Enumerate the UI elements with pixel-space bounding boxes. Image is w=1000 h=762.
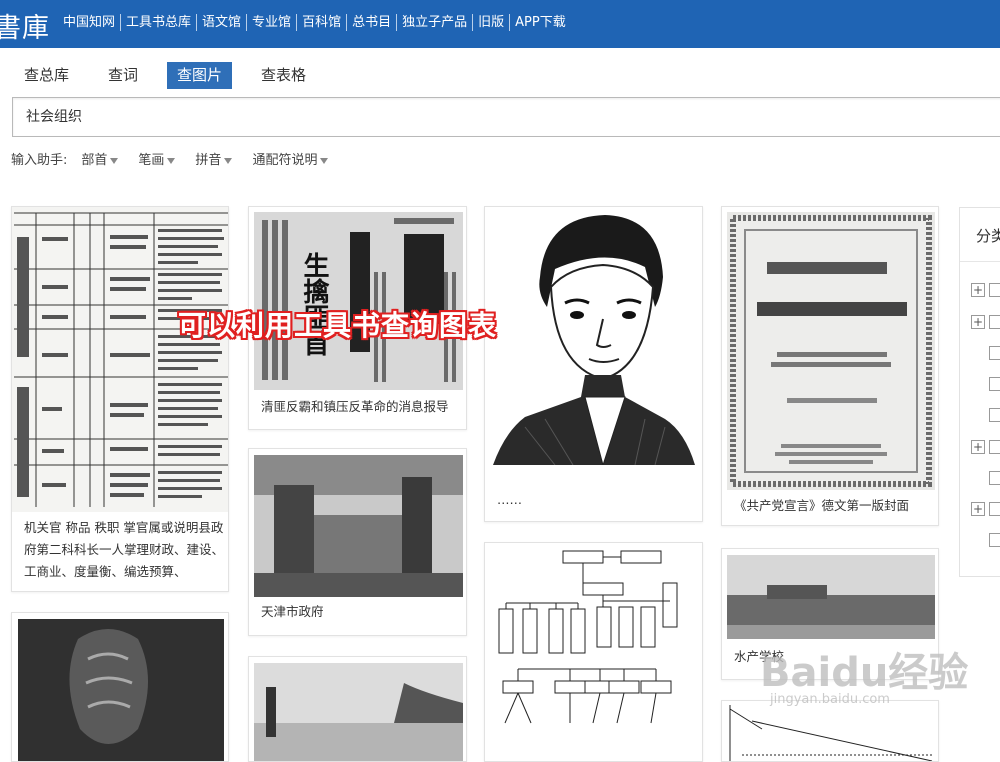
caption-newspaper: 清匪反霸和镇压反革命的消息报导: [261, 399, 449, 414]
category-title: 分类: [976, 227, 1000, 245]
watermark-logo: Baidu经验: [760, 650, 969, 696]
org-chart-graphic: [498, 550, 678, 724]
table-scan-image: [12, 207, 228, 512]
manifesto-graphic: [730, 215, 932, 487]
nav-encyclopedia[interactable]: 百科馆: [297, 14, 348, 31]
assistant-label: 输入助手:: [11, 153, 68, 168]
table-scan-graphic: [14, 212, 228, 507]
portrait-graphic: [493, 215, 695, 465]
landscape-image: [254, 663, 463, 761]
category-panel: 分类 + + + +: [959, 207, 1000, 577]
caption-manifesto: 《共产党宣言》德文第一版封面: [734, 498, 910, 513]
overlay-annotation: 可以利用工具书查询图表: [178, 309, 498, 342]
top-bar: 書庫 中国知网 工具书总库 语文馆 专业馆 百科馆 总书目 独立子产品 旧版 A…: [0, 0, 1000, 48]
expand-icon[interactable]: +: [971, 502, 985, 516]
nav-sub-products[interactable]: 独立子产品: [397, 14, 474, 31]
newspaper-graphic: 生擒匪首: [254, 212, 463, 390]
baidu-watermark: Baidu经验 jingyan.baidu.com: [760, 640, 969, 707]
site-logo[interactable]: 書庫: [0, 6, 50, 45]
org-chart-image: [485, 543, 702, 761]
radical-label: 部首: [81, 153, 108, 168]
category-checkbox[interactable]: [989, 346, 1000, 360]
top-nav: 中国知网 工具书总库 语文馆 专业馆 百科馆 总书目 独立子产品 旧版 APP下…: [58, 14, 571, 31]
chevron-down-icon: [224, 157, 233, 164]
tab-all[interactable]: 查总库: [14, 62, 79, 89]
assistant-strokes-dropdown[interactable]: 笔画: [138, 149, 176, 168]
nav-language[interactable]: 语文馆: [197, 14, 248, 31]
category-checkbox[interactable]: [989, 502, 1000, 516]
category-checkbox[interactable]: [989, 315, 1000, 329]
graph-graphic: [729, 705, 933, 761]
landscape-graphic: [254, 663, 463, 761]
graph-image: [722, 701, 938, 761]
nav-app-download[interactable]: APP下载: [510, 14, 571, 31]
category-checkbox[interactable]: [989, 377, 1000, 391]
image-card-artifact[interactable]: [11, 612, 229, 762]
category-checkbox[interactable]: [989, 471, 1000, 485]
category-divider: [960, 261, 1000, 262]
artifact-graphic: [18, 619, 224, 761]
category-checkbox[interactable]: [989, 283, 1000, 297]
assistant-pinyin-dropdown[interactable]: 拼音: [195, 149, 233, 168]
image-card-portrait[interactable]: ……: [484, 206, 703, 522]
expand-icon[interactable]: +: [971, 440, 985, 454]
strokes-label: 笔画: [138, 153, 165, 168]
newspaper-image: 生擒匪首: [254, 212, 463, 390]
tianjin-image: [254, 455, 463, 597]
manifesto-image: [727, 212, 935, 490]
nav-catalog[interactable]: 总书目: [347, 14, 398, 31]
chevron-down-icon: [110, 157, 119, 164]
image-card-org-chart[interactable]: [484, 542, 703, 762]
assistant-radical-dropdown[interactable]: 部首: [81, 149, 119, 168]
caption-tianjin: 天津市政府: [261, 604, 324, 619]
image-card-graph[interactable]: [721, 700, 939, 762]
pinyin-label: 拼音: [195, 153, 222, 168]
portrait-image: [485, 207, 702, 465]
tianjin-graphic: [254, 455, 463, 597]
chevron-down-icon: [320, 157, 329, 164]
tab-images[interactable]: 查图片: [167, 62, 233, 89]
aquatic-school-graphic: [727, 555, 935, 639]
category-checkbox[interactable]: [989, 408, 1000, 422]
nav-cnki[interactable]: 中国知网: [58, 14, 122, 31]
image-card-table-scan[interactable]: 机关官 称品 秩职 掌官属或说明县政府第二科科长一人掌理财政、建设、工商业、度量…: [11, 206, 229, 592]
tab-tables[interactable]: 查表格: [251, 62, 316, 89]
assistant-wildcard-dropdown[interactable]: 通配符说明: [252, 149, 329, 168]
category-checkbox[interactable]: [989, 440, 1000, 454]
expand-icon[interactable]: +: [971, 315, 985, 329]
image-card-landscape[interactable]: [248, 656, 467, 762]
nav-old-version[interactable]: 旧版: [473, 14, 511, 31]
wildcard-label: 通配符说明: [252, 153, 318, 168]
tab-words[interactable]: 查词: [98, 62, 148, 89]
artifact-image: [18, 619, 224, 761]
aquatic-school-image: [727, 555, 935, 639]
search-tabs: 查总库 查词 查图片 查表格: [14, 62, 335, 89]
nav-reference-library[interactable]: 工具书总库: [121, 14, 198, 31]
image-card-tianjin[interactable]: 天津市政府: [248, 448, 467, 636]
expand-icon[interactable]: +: [971, 283, 985, 297]
caption-table-scan: 机关官 称品 秩职 掌官属或说明县政府第二科科长一人掌理财政、建设、工商业、度量…: [24, 520, 224, 579]
watermark-url: jingyan.baidu.com: [770, 692, 890, 707]
nav-professional[interactable]: 专业馆: [247, 14, 298, 31]
image-card-manifesto[interactable]: 《共产党宣言》德文第一版封面: [721, 206, 939, 526]
caption-portrait: ……: [497, 492, 522, 507]
search-input[interactable]: 社会组织: [12, 97, 1000, 137]
input-assistant: 输入助手: 部首 笔画 拼音 通配符说明: [11, 149, 348, 168]
chevron-down-icon: [167, 157, 176, 164]
category-checkbox[interactable]: [989, 533, 1000, 547]
